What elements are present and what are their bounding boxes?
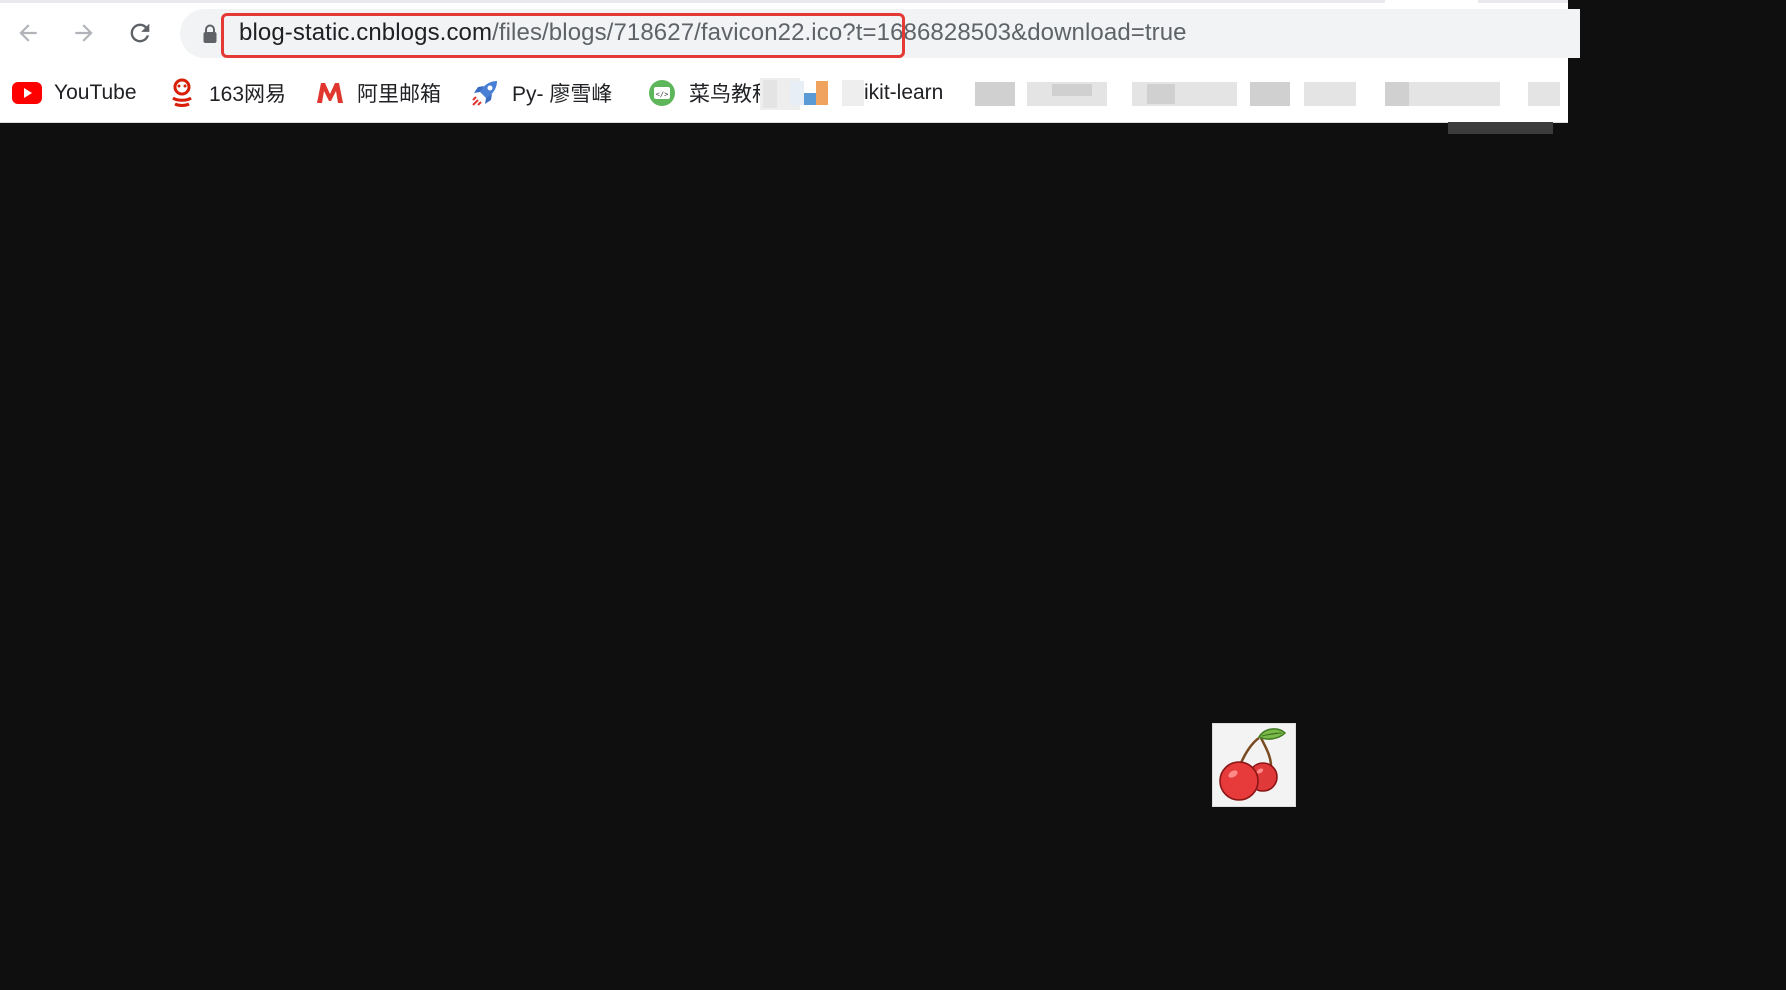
blurred-bookmark[interactable] bbox=[1304, 82, 1356, 106]
reload-button[interactable] bbox=[123, 16, 157, 50]
blurred-region bbox=[1147, 84, 1175, 104]
aliyun-mail-icon bbox=[315, 78, 345, 108]
svg-text:</>: </> bbox=[656, 91, 669, 99]
browser-chrome: blog-static.cnblogs.com/files/blogs/7186… bbox=[0, 0, 1580, 123]
back-button[interactable] bbox=[11, 16, 45, 50]
blurred-region bbox=[763, 80, 777, 108]
blurred-region bbox=[1385, 82, 1409, 106]
cherry-icon bbox=[1219, 728, 1287, 801]
bookmark-label: ikit-learn bbox=[864, 81, 944, 104]
reload-icon bbox=[130, 23, 150, 43]
bookmark-sklearn[interactable]: ikit-learn bbox=[790, 72, 943, 114]
bookmark-py-liaoxuefeng[interactable]: Py- 廖雪峰 bbox=[470, 72, 612, 114]
tab-strip-edge bbox=[0, 0, 1385, 3]
blurred-bookmark[interactable] bbox=[975, 82, 1015, 106]
lock-icon[interactable] bbox=[202, 24, 218, 49]
blurred-favicon bbox=[790, 79, 830, 107]
blurred-bookmark[interactable] bbox=[1528, 82, 1560, 106]
annotation-highlight-box bbox=[221, 13, 905, 58]
bookmark-label: Py- 廖雪峰 bbox=[512, 83, 613, 106]
blurred-region bbox=[842, 80, 864, 106]
netease-icon bbox=[167, 78, 197, 108]
arrow-right-icon bbox=[75, 24, 93, 42]
bookmark-label: 163网易 bbox=[209, 83, 287, 106]
bookmark-youtube[interactable]: YouTube bbox=[12, 72, 137, 114]
rocket-icon bbox=[470, 78, 500, 108]
scroll-indicator bbox=[1448, 122, 1553, 134]
tab-strip-edge bbox=[1478, 0, 1568, 3]
bookmark-label: 阿里邮箱 bbox=[357, 83, 441, 106]
bookmark-label: YouTube bbox=[54, 81, 137, 104]
arrow-left-icon bbox=[19, 24, 37, 42]
youtube-icon bbox=[12, 78, 42, 108]
forward-button[interactable] bbox=[67, 16, 101, 50]
blurred-region bbox=[1052, 84, 1092, 96]
favicon-preview-image bbox=[1212, 723, 1296, 807]
bookmark-163[interactable]: 163网易 bbox=[167, 72, 286, 114]
bookmark-aliyun-mail[interactable]: 阿里邮箱 bbox=[315, 72, 441, 114]
bookmarks-bar: YouTube 163网易 阿里邮箱 Py- 廖雪峰 </> 菜鸟教程 ikit… bbox=[0, 72, 1568, 114]
blurred-bookmark[interactable] bbox=[1250, 82, 1290, 106]
bookmark-runoob[interactable]: </> 菜鸟教程 bbox=[647, 72, 773, 114]
runoob-icon: </> bbox=[647, 78, 677, 108]
